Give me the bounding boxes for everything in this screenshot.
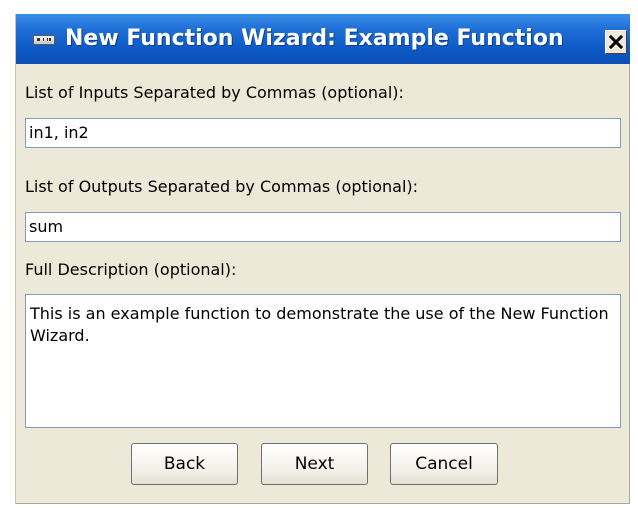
close-button[interactable] [605, 30, 627, 54]
outputs-label: List of Outputs Separated by Commas (opt… [25, 177, 419, 196]
new-function-wizard-dialog: New Function Wizard: Example Function Li… [15, 14, 630, 504]
inputs-label: List of Inputs Separated by Commas (opti… [25, 83, 404, 102]
title-bar[interactable]: New Function Wizard: Example Function [16, 14, 630, 64]
back-button[interactable]: Back [131, 443, 238, 485]
outputs-field[interactable]: sum [25, 212, 621, 242]
close-icon [609, 35, 623, 49]
description-textarea[interactable]: This is an example function to demonstra… [25, 294, 621, 428]
inputs-field[interactable]: in1, in2 [25, 118, 621, 148]
cancel-button[interactable]: Cancel [390, 443, 498, 485]
window-title: New Function Wizard: Example Function [65, 26, 564, 51]
next-button[interactable]: Next [261, 443, 368, 485]
ruler-icon [33, 35, 55, 45]
description-label: Full Description (optional): [25, 260, 237, 279]
